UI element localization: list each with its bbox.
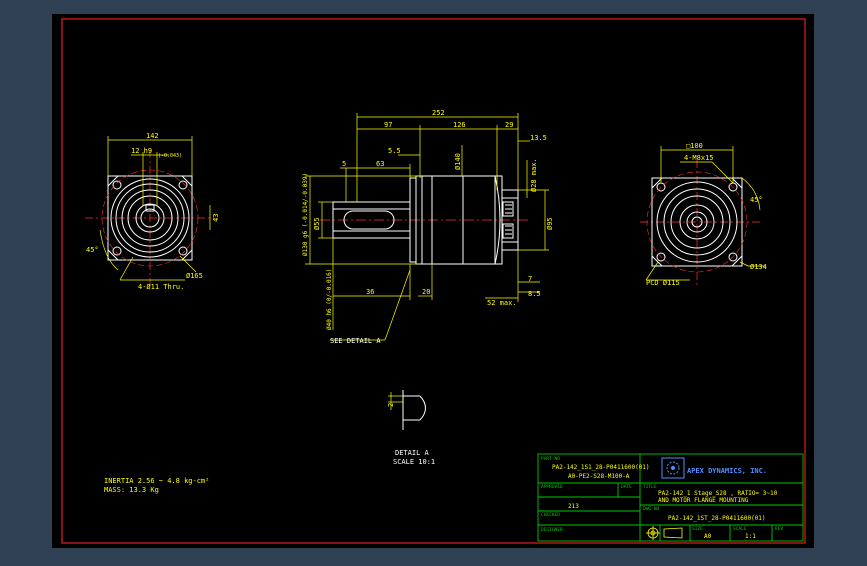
dim-52-max: 52 max. [487, 299, 517, 307]
dim-square-100: □100 [686, 142, 703, 150]
label-part-no: PART NO [541, 456, 560, 462]
label-rev: REV [775, 526, 783, 532]
dim-45-rear: 45° [750, 196, 763, 204]
dim-130: Ø130 g6 (-0.014/-0.039) [302, 173, 309, 256]
dim-95: Ø95 [546, 217, 554, 230]
title-line1: PA2-142_1 Stage_S28 , RATIO= 3~10 [658, 490, 778, 497]
drawing-canvas: 142 12 h9 (-0.043) 43 45° Ø165 4-Ø11 Thr… [52, 14, 814, 548]
dim-40: Ø40 h6 (0/-0.016) [326, 269, 333, 330]
label-designer: DESIGNER [541, 527, 563, 533]
dim-134: Ø134 [750, 263, 767, 271]
dim-63: 63 [376, 160, 384, 168]
dim-4-m8: 4-M8x15 [684, 154, 714, 162]
company-name: APEX DYNAMICS, INC. [687, 467, 767, 475]
dim-29: 29 [505, 121, 513, 129]
see-detail-a: SEE DETAIL A [330, 337, 381, 345]
dim-4-11-thru: 4-Ø11 Thru. [138, 283, 184, 291]
dim-pcd-115: PCD Ø115 [646, 279, 680, 287]
note-inertia: INERTIA 2.56 ~ 4.8 kg-cm² [104, 477, 209, 485]
title-line2: AND MOTOR FLANGE MOUNTING [658, 497, 749, 504]
note-mass: MASS: 13.3 Kg [104, 486, 159, 494]
dim-43: 43 [212, 214, 220, 222]
dim-13-5: 13.5 [530, 134, 547, 142]
detail-a-scale: SCALE 10:1 [393, 458, 435, 466]
detail-a-title: DETAIL A [395, 449, 430, 457]
part-no-line2: A0-PE2-S28-M100-A [568, 473, 630, 480]
label-size: SIZE [692, 526, 703, 532]
label-title: TITLE [643, 484, 657, 490]
scale-value: 1:1 [745, 533, 756, 540]
dim-20: 20 [422, 288, 430, 296]
cad-viewport[interactable]: 142 12 h9 (-0.043) 43 45° Ø165 4-Ø11 Thr… [0, 0, 867, 562]
dim-7: 7 [528, 275, 532, 283]
dim-keyway: 12 h9 [131, 147, 152, 155]
label-date: DATE [621, 484, 632, 490]
label-scale: SCALE [733, 526, 747, 532]
dwg-no-value: PA2-142_1ST_28-P0411600(01) [668, 515, 766, 522]
dim-142: 142 [146, 132, 159, 140]
dim-8-5: 8.5 [528, 290, 541, 298]
label-approved: APPROVED [541, 484, 563, 490]
dim-keyway-tol: (-0.043) [158, 153, 182, 159]
dim-28-max: Ø28 max. [530, 158, 538, 192]
label-dwg-no: DWG NO [643, 506, 660, 512]
dim-252: 252 [432, 109, 445, 117]
dim-165: Ø165 [186, 272, 203, 280]
dim-97: 97 [384, 121, 392, 129]
dim-55: Ø55 [313, 217, 321, 230]
dim-126: 126 [453, 121, 466, 129]
checked-value: 213 [568, 503, 579, 510]
dim-5-5: 5.5 [388, 147, 401, 155]
dim-2: 2 [387, 403, 395, 407]
part-no-line1: PA2-142_1S1_28-P0411600(01) [552, 464, 650, 471]
dim-140: Ø140 [454, 153, 462, 170]
dim-5: 5 [342, 160, 346, 168]
label-checked: CHECKED [541, 512, 560, 518]
size-value: A0 [704, 533, 712, 540]
dim-45-front: 45° [86, 246, 99, 254]
dim-36: 36 [366, 288, 374, 296]
